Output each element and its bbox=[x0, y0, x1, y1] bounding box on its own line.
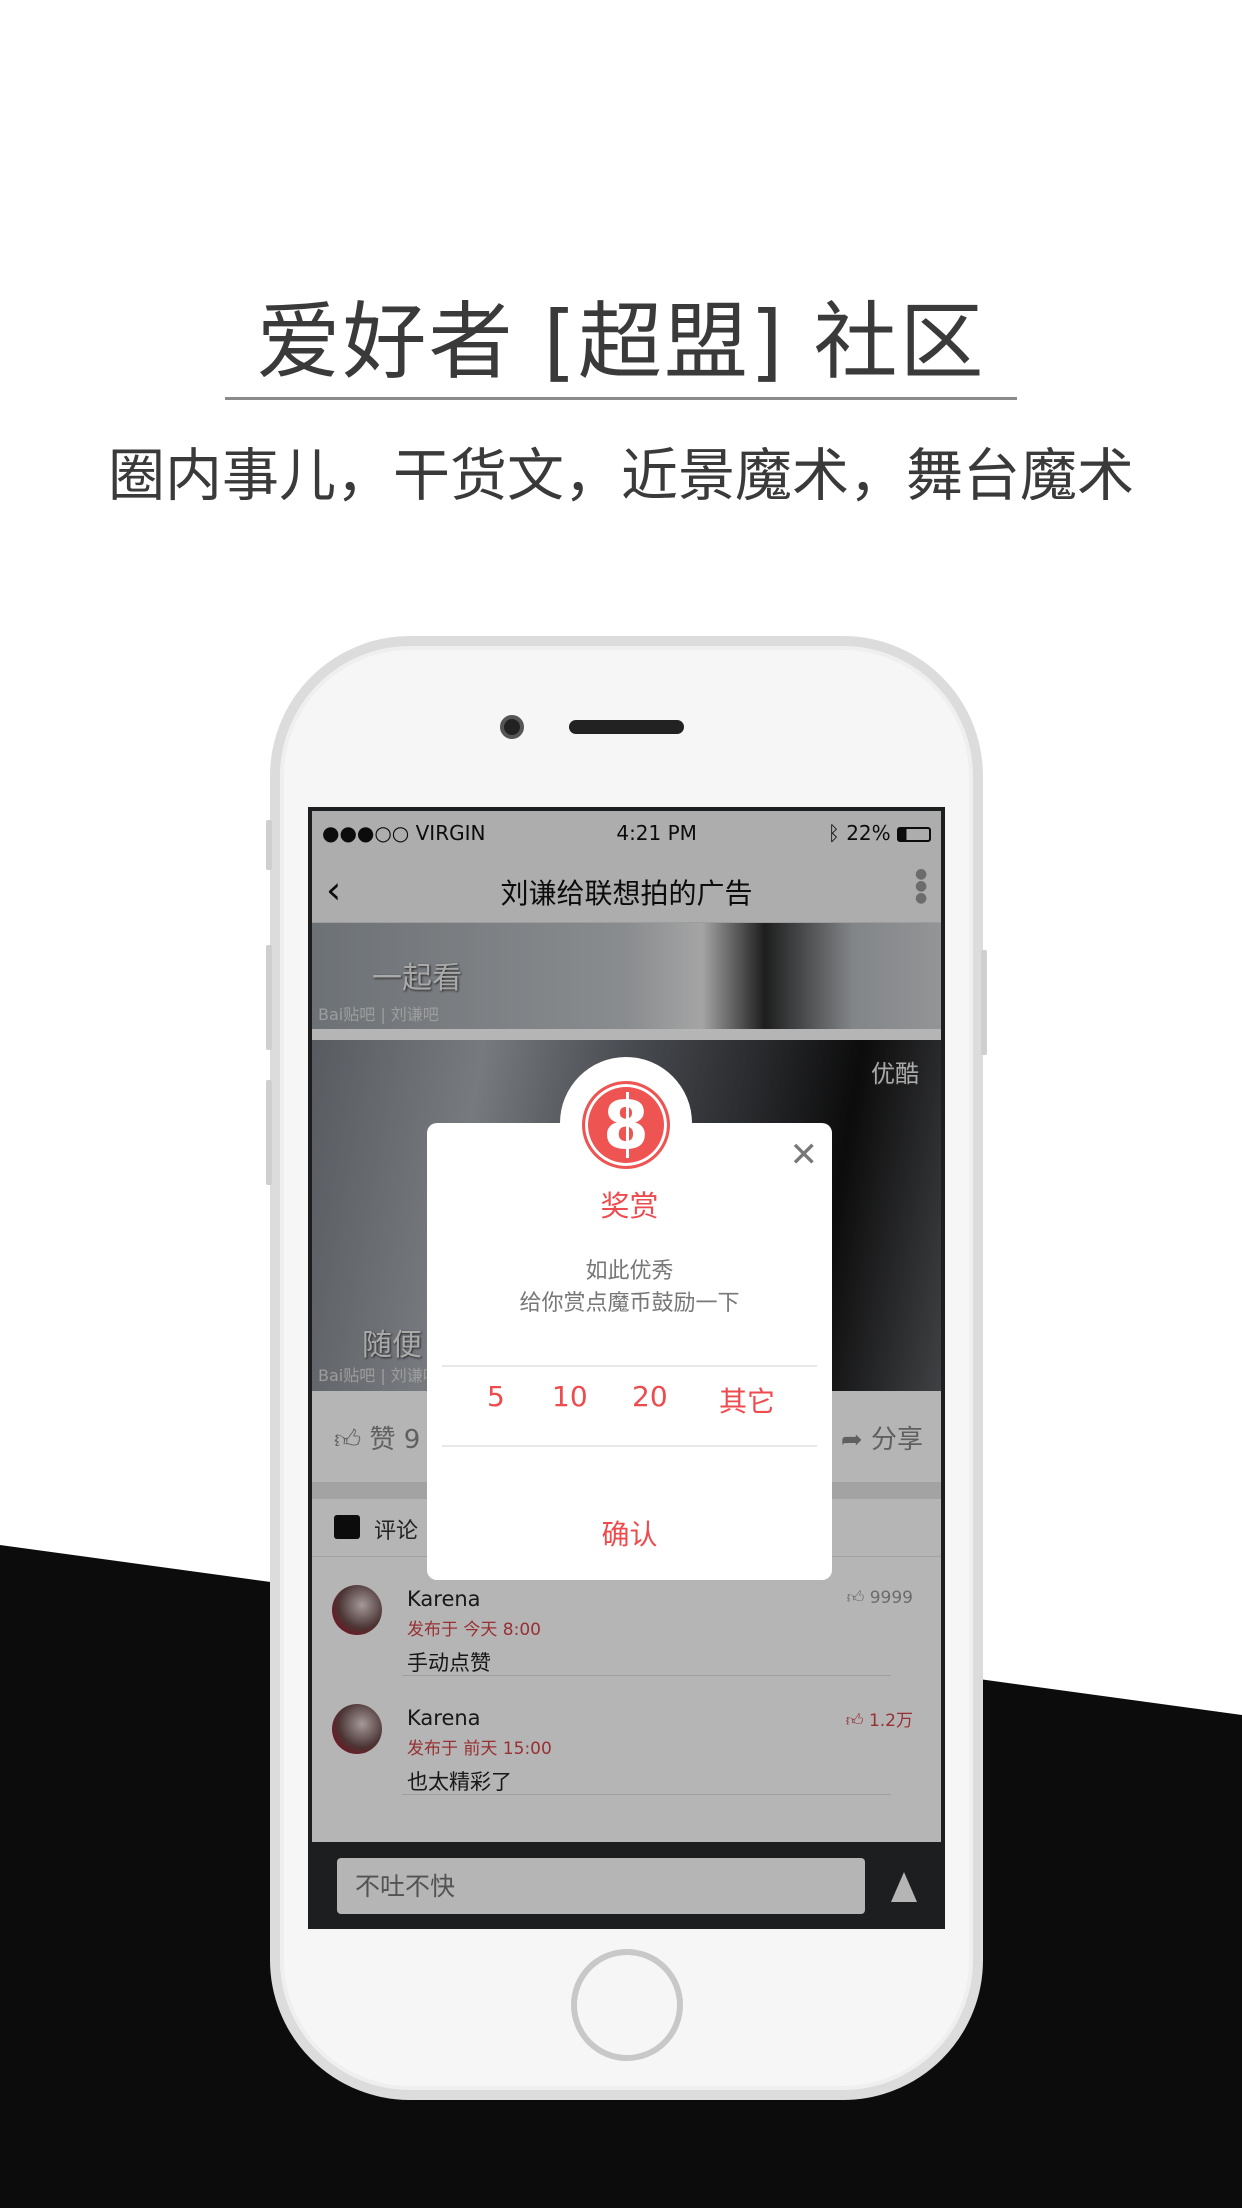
dialog-message: 如此优秀 bbox=[585, 1259, 674, 1284]
amount-option-20[interactable]: 20 bbox=[632, 1380, 668, 1413]
home-button bbox=[571, 1949, 683, 2061]
magic-coin-icon: 8 bbox=[582, 1081, 670, 1169]
divider bbox=[225, 397, 1017, 400]
volume-down-button bbox=[266, 1080, 272, 1185]
camera-icon bbox=[500, 715, 524, 739]
divider bbox=[442, 1445, 817, 1447]
amount-option-other[interactable]: 其它 bbox=[719, 1380, 775, 1420]
dialog-title: 奖赏 bbox=[600, 1189, 659, 1223]
phone-screen: ●●●○○ VIRGIN 4:21 PM ᛒ 22% ‹ 刘谦给联想拍的广告 ●… bbox=[308, 807, 945, 1929]
divider bbox=[442, 1365, 817, 1367]
power-button bbox=[981, 950, 987, 1055]
mute-switch bbox=[266, 820, 272, 870]
volume-up-button bbox=[266, 945, 272, 1050]
confirm-button[interactable]: 确认 bbox=[427, 1513, 832, 1553]
dialog-message: 给你赏点魔币鼓励一下 bbox=[519, 1291, 740, 1316]
close-icon[interactable]: ✕ bbox=[790, 1135, 819, 1175]
amount-option-10[interactable]: 10 bbox=[552, 1380, 588, 1413]
reward-dialog: ✕ 奖赏 如此优秀 给你赏点魔币鼓励一下 5 10 20 其它 确认 bbox=[427, 1123, 832, 1580]
subheadline: 圈内事儿，干货文，近景魔术，舞台魔术 bbox=[108, 443, 1134, 509]
amount-option-5[interactable]: 5 bbox=[487, 1380, 505, 1413]
headline: 爱好者 [超盟] 社区 bbox=[256, 293, 986, 391]
speaker-grille bbox=[569, 720, 684, 734]
